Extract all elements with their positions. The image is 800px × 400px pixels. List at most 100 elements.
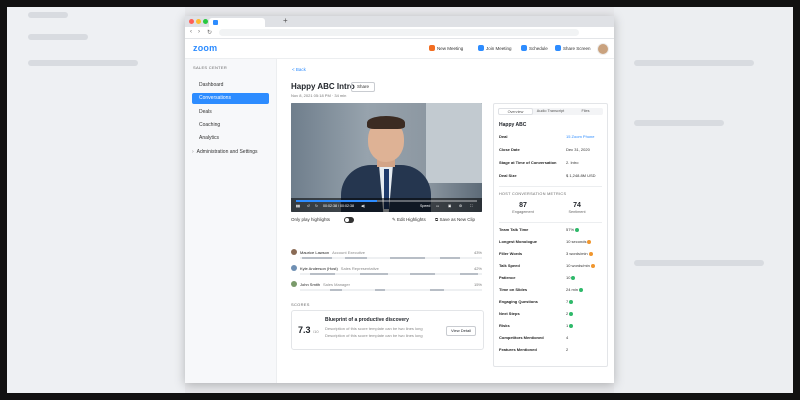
volume-icon[interactable]: ◀) bbox=[361, 204, 365, 208]
share-button[interactable]: Share bbox=[351, 82, 375, 92]
speaker-avatar bbox=[291, 249, 297, 255]
metric-value: 7 bbox=[566, 299, 574, 304]
metric-value: 2 bbox=[566, 311, 574, 316]
schedule-button[interactable]: Schedule bbox=[521, 45, 548, 51]
deal-link[interactable]: 15 Zoom Phone bbox=[566, 134, 594, 139]
tab-audio-transcript[interactable]: Audio Transcript bbox=[533, 108, 568, 115]
play-icon[interactable]: ▮▮ bbox=[296, 204, 300, 208]
deal-title: Happy ABC bbox=[499, 122, 527, 128]
metric-value: 3 words/min bbox=[566, 251, 593, 256]
tab-overview[interactable]: Overview bbox=[498, 108, 533, 115]
metric-row: Team Talk Time 57% bbox=[499, 227, 603, 235]
video-player[interactable]: ▮▮ ↺ ↻ 00:02:38 / 00:02:38 ◀) Speed ▭ ▣ … bbox=[291, 103, 482, 212]
forward-arrow-icon[interactable]: › bbox=[198, 29, 200, 35]
page-title: Happy ABC Intro bbox=[291, 82, 355, 91]
reload-icon[interactable]: ↻ bbox=[207, 29, 212, 36]
new-meeting-button[interactable]: New Meeting bbox=[429, 45, 463, 51]
metric-label: Engaging Questions bbox=[499, 299, 538, 304]
check-status-icon bbox=[579, 287, 584, 292]
metric-row: Engaging Questions 7 bbox=[499, 299, 603, 307]
browser-tab[interactable] bbox=[209, 18, 265, 27]
details-panel: Overview Audio Transcript Files Happy AB… bbox=[493, 103, 608, 367]
metric-value: 24 min bbox=[566, 287, 584, 292]
video-camera-icon bbox=[429, 45, 435, 51]
back-link[interactable]: < Back bbox=[292, 67, 306, 72]
close-window-icon[interactable] bbox=[189, 19, 194, 24]
tab-files[interactable]: Files bbox=[568, 108, 603, 115]
metric-row: Talk Speed 10 words/min bbox=[499, 263, 603, 271]
meeting-date: Nov 8, 2021 05:18 PM · 34 min bbox=[291, 93, 347, 98]
minimize-window-icon[interactable] bbox=[196, 19, 201, 24]
sidebar: SALES CENTER Dashboard Conversations Dea… bbox=[185, 59, 277, 383]
speaker-percent: 42% bbox=[473, 266, 482, 271]
rewind-icon[interactable]: ↺ bbox=[307, 204, 310, 208]
metric-label: Risks bbox=[499, 323, 510, 328]
sidebar-item-analytics[interactable]: Analytics bbox=[192, 133, 269, 144]
only-highlights-toggle[interactable] bbox=[344, 217, 354, 223]
presenter-hair bbox=[367, 116, 405, 129]
speaker-name: John Smith Sales Manager bbox=[300, 282, 350, 287]
metric-row: Next Steps 2 bbox=[499, 311, 603, 319]
maximize-window-icon[interactable] bbox=[203, 19, 208, 24]
calendar-icon bbox=[521, 45, 527, 51]
divider bbox=[499, 186, 602, 187]
check-status-icon bbox=[569, 323, 574, 328]
score-description: Description of this score template can b… bbox=[325, 333, 423, 338]
forward-icon[interactable]: ↻ bbox=[315, 204, 318, 208]
score-card: 7.3 /10 Blueprint of a productive discov… bbox=[291, 310, 484, 350]
join-meeting-button[interactable]: Join Meeting bbox=[478, 45, 512, 51]
save-clip-button[interactable]: ⧉ Save as New Clip bbox=[435, 217, 475, 222]
avatar[interactable] bbox=[597, 43, 609, 55]
settings-icon[interactable]: ⚙ bbox=[459, 204, 462, 208]
main-content: < Back Happy ABC Intro Share Nov 8, 2021… bbox=[277, 59, 614, 383]
score-description: Description of this score template can b… bbox=[325, 326, 423, 331]
sidebar-title: SALES CENTER bbox=[193, 65, 228, 70]
captions-icon[interactable]: ▭ bbox=[436, 204, 439, 208]
speaker-row[interactable]: Kyle Anderson (Host) Sales Representative… bbox=[291, 265, 482, 278]
sidebar-item-deals[interactable]: Deals bbox=[192, 107, 269, 118]
only-highlights-label: Only play highlights bbox=[291, 217, 331, 222]
metric-row: Patience 10 bbox=[499, 275, 603, 283]
pip-icon[interactable]: ▣ bbox=[448, 204, 451, 208]
speaker-row[interactable]: Maurice Lawson Account Executive 43% bbox=[291, 249, 482, 262]
speaker-row[interactable]: John Smith Sales Manager 15% bbox=[291, 281, 482, 294]
check-status-icon bbox=[569, 311, 574, 316]
warning-status-icon bbox=[587, 239, 592, 244]
chevron-right-icon: › bbox=[192, 149, 194, 155]
metric-row: Time on Slides 24 min bbox=[499, 287, 603, 295]
edit-highlights-button[interactable]: ✎ Edit Highlights bbox=[392, 217, 426, 223]
sidebar-item-conversations[interactable]: Conversations bbox=[192, 93, 269, 104]
metric-value: 4 bbox=[566, 335, 569, 340]
warning-status-icon bbox=[590, 263, 595, 268]
view-detail-button[interactable]: View Detail bbox=[446, 326, 476, 336]
new-tab-button[interactable]: + bbox=[283, 16, 288, 25]
warning-status-icon bbox=[588, 251, 593, 256]
metric-label: Team Talk Time bbox=[499, 227, 529, 232]
metric-value: 10 seconds bbox=[566, 239, 592, 244]
metric-label: Patience bbox=[499, 275, 516, 280]
metric-label: Features Mentioned bbox=[499, 347, 537, 352]
sentiment-score: 74 Sentiment bbox=[568, 202, 586, 214]
backdrop-right bbox=[614, 0, 800, 400]
sidebar-item-administration[interactable]: › Administration and Settings bbox=[192, 147, 269, 158]
speed-button[interactable]: Speed bbox=[420, 204, 430, 208]
backdrop-left bbox=[0, 0, 185, 400]
address-bar: ‹ › ↻ bbox=[185, 27, 614, 39]
top-navbar: zoom New Meeting Join Meeting Schedule S… bbox=[185, 39, 614, 59]
speaker-name: Maurice Lawson Account Executive bbox=[300, 250, 366, 255]
metric-row: Features Mentioned 2 bbox=[499, 347, 603, 355]
zoom-logo[interactable]: zoom bbox=[193, 43, 217, 53]
sidebar-item-coaching[interactable]: Coaching bbox=[192, 120, 269, 131]
speaker-timeline bbox=[300, 273, 482, 275]
back-arrow-icon[interactable]: ‹ bbox=[190, 29, 192, 35]
sidebar-item-dashboard[interactable]: Dashboard bbox=[192, 80, 269, 91]
video-time: 00:02:38 / 00:02:38 bbox=[323, 204, 354, 208]
url-input[interactable] bbox=[219, 29, 579, 36]
video-progress-bar[interactable] bbox=[296, 200, 477, 202]
field-close-date: Close Date Dec 31, 2020 bbox=[499, 147, 590, 152]
speaker-timeline bbox=[300, 289, 482, 291]
fullscreen-icon[interactable]: ⛶ bbox=[470, 204, 473, 208]
speaker-avatar bbox=[291, 281, 297, 287]
divider bbox=[499, 222, 602, 223]
share-screen-button[interactable]: Share Screen bbox=[555, 45, 591, 51]
